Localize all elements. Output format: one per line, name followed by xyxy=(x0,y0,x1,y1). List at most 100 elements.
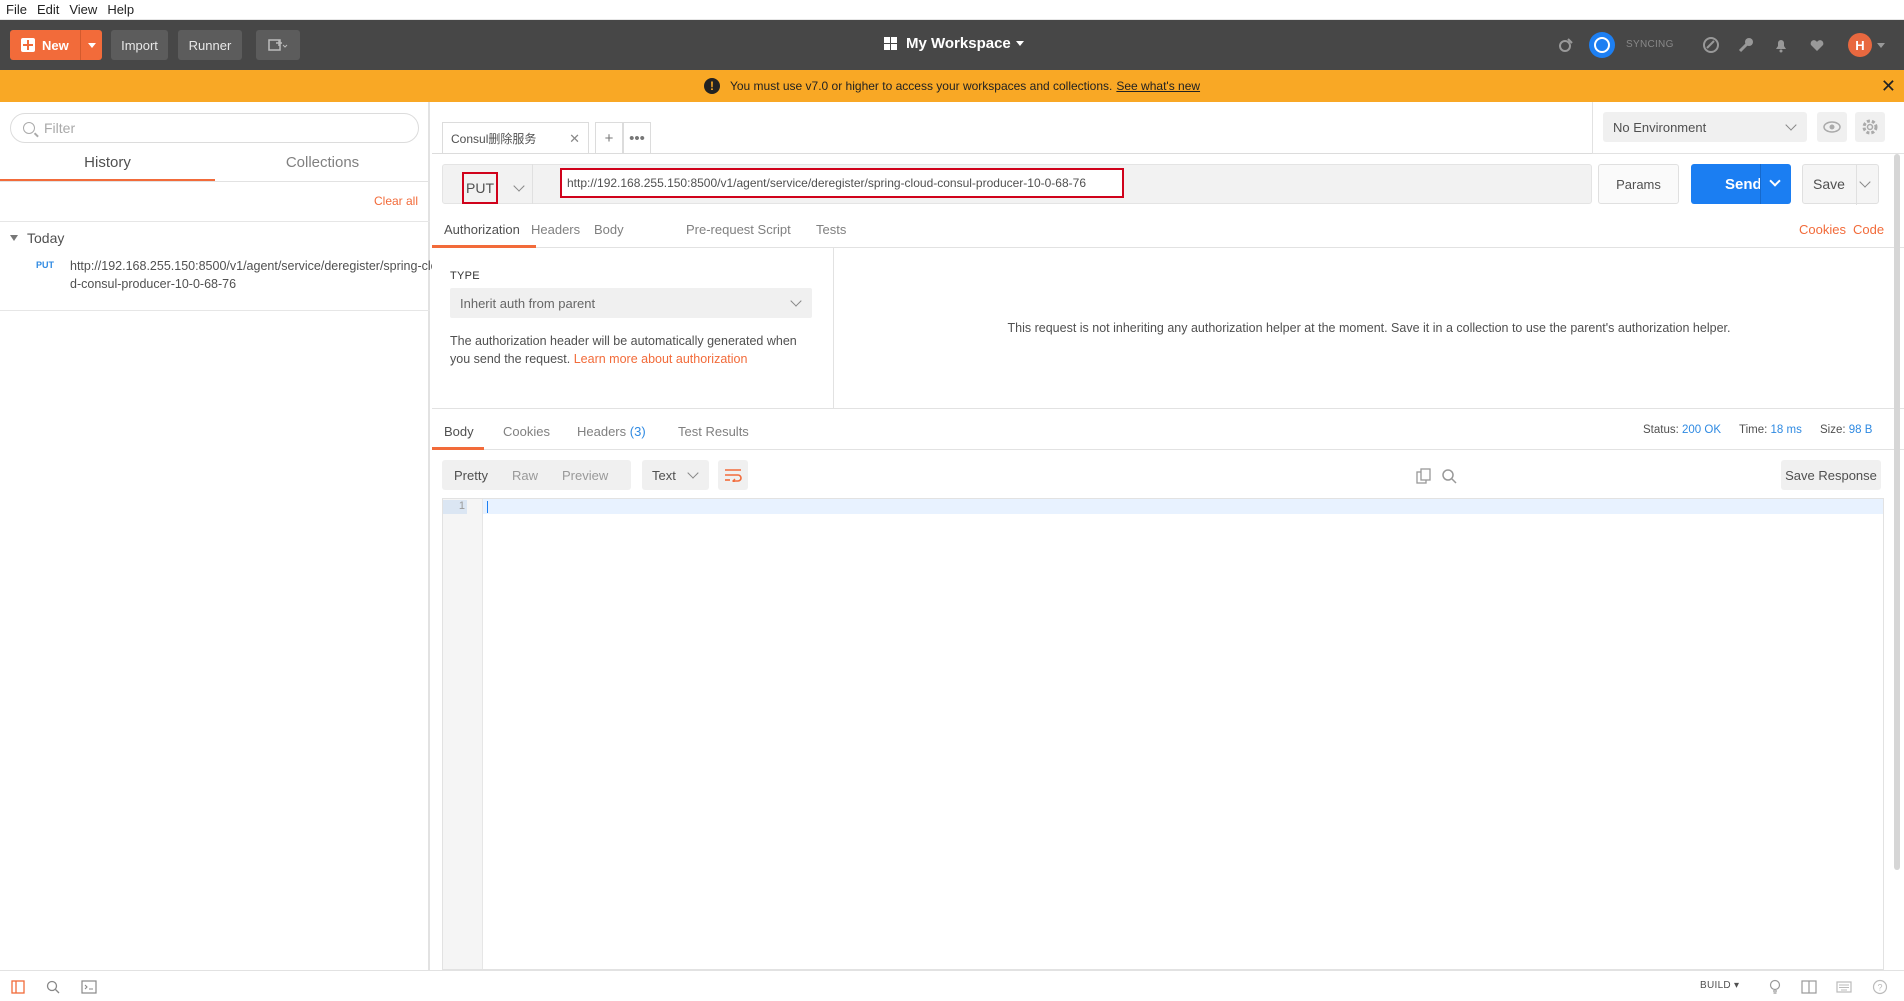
format-value: Text xyxy=(652,467,676,483)
status-readout: Status: 200 OK xyxy=(1643,424,1721,436)
save-button[interactable]: Save xyxy=(1802,164,1879,205)
search-icon[interactable] xyxy=(1439,466,1459,486)
history-group-label: Today xyxy=(27,230,65,246)
environment-value: No Environment xyxy=(1613,119,1707,135)
tab-test-results[interactable]: Test Results xyxy=(678,424,749,439)
menu-view[interactable]: View xyxy=(69,2,97,17)
more-tabs-button[interactable]: ••• xyxy=(623,122,651,154)
menu-help[interactable]: Help xyxy=(107,2,134,17)
help-icon[interactable]: ? xyxy=(1872,979,1888,995)
filter-placeholder: Filter xyxy=(44,120,76,136)
build-mode-label[interactable]: BUILD ▾ xyxy=(1700,980,1739,991)
time-label: Time: xyxy=(1739,424,1768,436)
cookies-link[interactable]: Cookies xyxy=(1799,222,1846,237)
new-button[interactable]: New xyxy=(10,30,102,60)
new-dropdown-button[interactable] xyxy=(80,30,102,60)
search-icon xyxy=(23,122,35,134)
import-button[interactable]: Import xyxy=(111,30,168,60)
close-tab-icon[interactable]: ✕ xyxy=(569,131,580,147)
wrench-icon[interactable] xyxy=(1735,34,1757,56)
divider xyxy=(1856,165,1857,205)
view-pretty-button[interactable]: Pretty xyxy=(442,460,500,490)
tab-authorization[interactable]: Authorization xyxy=(444,222,520,237)
grid-icon xyxy=(884,37,897,50)
send-button[interactable]: Send xyxy=(1691,164,1791,204)
avatar-chevron-icon[interactable] xyxy=(1877,43,1885,48)
satellite-icon[interactable] xyxy=(1555,34,1577,56)
keyboard-icon[interactable] xyxy=(1836,979,1852,995)
response-editor[interactable]: 1 xyxy=(442,498,1884,970)
tab-history[interactable]: History xyxy=(0,152,215,182)
runner-button[interactable]: Runner xyxy=(178,30,242,60)
two-pane-icon[interactable] xyxy=(1801,979,1817,995)
wrap-icon xyxy=(725,469,742,482)
sidebar-toggle-icon[interactable] xyxy=(10,979,26,995)
tab-pre-request-script[interactable]: Pre-request Script xyxy=(686,222,791,237)
save-button-label: Save xyxy=(1813,176,1845,192)
new-window-icon xyxy=(268,39,288,51)
search-icon[interactable] xyxy=(45,979,61,995)
divider xyxy=(1760,164,1761,204)
divider xyxy=(532,164,533,204)
banner-link[interactable]: See what's new xyxy=(1116,79,1200,93)
wrap-lines-button[interactable] xyxy=(718,460,748,490)
app-header: New Import Runner My Workspace SYNCING H xyxy=(0,20,1904,70)
divider xyxy=(0,181,430,182)
tab-collections[interactable]: Collections xyxy=(215,152,430,182)
format-select[interactable]: Text xyxy=(642,460,709,490)
filter-input[interactable]: Filter xyxy=(10,113,419,143)
environment-select[interactable]: No Environment xyxy=(1603,112,1807,142)
eye-icon[interactable] xyxy=(1817,112,1847,142)
learn-more-link[interactable]: Learn more about authorization xyxy=(574,352,748,366)
tab-tests[interactable]: Tests xyxy=(816,222,846,237)
auth-panel: TYPE Inherit auth from parent The author… xyxy=(432,248,834,408)
save-response-button[interactable]: Save Response xyxy=(1781,460,1881,490)
gear-icon[interactable] xyxy=(1855,112,1885,142)
lightbulb-icon[interactable] xyxy=(1767,979,1783,995)
sidebar: Filter History Collections Clear all Tod… xyxy=(0,102,445,970)
tab-body[interactable]: Body xyxy=(594,222,624,237)
status-value: 200 OK xyxy=(1682,424,1722,436)
scrollbar[interactable] xyxy=(1894,154,1900,870)
interceptor-icon[interactable] xyxy=(1700,34,1722,56)
chevron-down-icon xyxy=(687,467,699,479)
view-raw-button[interactable]: Raw xyxy=(500,460,550,490)
active-tab-indicator xyxy=(432,447,484,450)
copy-icon[interactable] xyxy=(1414,466,1434,486)
divider xyxy=(432,153,1592,154)
request-tab[interactable]: Consul删除服务 ✕ xyxy=(442,122,589,154)
line-gutter: 1 xyxy=(443,499,483,969)
params-button[interactable]: Params xyxy=(1598,164,1679,204)
status-bar: BUILD ▾ ? xyxy=(0,970,1904,1001)
auth-type-select[interactable]: Inherit auth from parent xyxy=(450,288,812,318)
new-window-button[interactable] xyxy=(256,30,300,60)
history-item-method: PUT xyxy=(36,260,54,270)
sync-status-text: SYNCING xyxy=(1626,39,1674,50)
menu-file[interactable]: File xyxy=(6,2,27,17)
method-select[interactable]: PUT xyxy=(462,172,498,204)
console-icon[interactable] xyxy=(81,979,97,995)
auth-message: This request is not inheriting any autho… xyxy=(1007,321,1731,335)
code-link[interactable]: Code xyxy=(1853,222,1884,237)
menu-edit[interactable]: Edit xyxy=(37,2,59,17)
avatar[interactable]: H xyxy=(1848,33,1872,57)
size-value: 98 B xyxy=(1848,424,1873,436)
history-group-today[interactable]: Today xyxy=(10,230,64,246)
save-dropdown-icon[interactable] xyxy=(1859,176,1871,188)
add-tab-button[interactable]: + xyxy=(595,122,623,154)
url-input[interactable]: http://192.168.255.150:8500/v1/agent/ser… xyxy=(560,168,1124,198)
view-preview-button[interactable]: Preview xyxy=(550,460,620,490)
bell-icon[interactable] xyxy=(1770,34,1792,56)
clear-all-link[interactable]: Clear all xyxy=(374,194,418,208)
heart-icon[interactable] xyxy=(1806,34,1828,56)
tab-headers[interactable]: Headers xyxy=(531,222,580,237)
tab-response-cookies[interactable]: Cookies xyxy=(503,424,550,439)
close-icon[interactable]: ✕ xyxy=(1881,76,1896,96)
svg-text:?: ? xyxy=(1877,983,1882,993)
active-line xyxy=(483,499,1883,514)
workspace-selector[interactable]: My Workspace xyxy=(884,35,1024,52)
send-dropdown-icon[interactable] xyxy=(1769,175,1781,187)
tab-response-headers[interactable]: Headers (3) xyxy=(577,424,646,439)
tab-response-body[interactable]: Body xyxy=(444,424,474,439)
sync-status-icon[interactable] xyxy=(1589,32,1615,58)
